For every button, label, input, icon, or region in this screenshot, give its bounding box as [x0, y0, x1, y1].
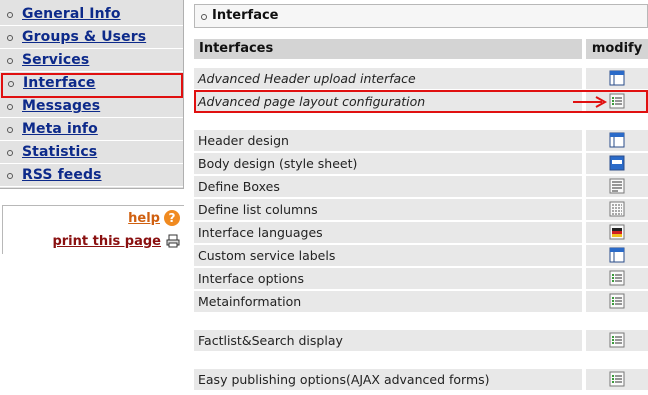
- layout-body-icon[interactable]: [609, 155, 625, 171]
- sidebar-nav: General Info Groups & Users Services Int…: [0, 0, 184, 189]
- modify-button[interactable]: [586, 245, 648, 266]
- boxes-list-icon[interactable]: [609, 178, 625, 194]
- sidebar-item-label[interactable]: Messages: [22, 98, 100, 114]
- sidebar-item-label[interactable]: Services: [22, 52, 89, 68]
- interface-row-name: Interface languages: [194, 222, 582, 243]
- sidebar-item-messages[interactable]: Messages: [0, 96, 183, 118]
- columns-grid-icon[interactable]: [609, 201, 625, 217]
- help-label[interactable]: help: [128, 211, 160, 226]
- page-title-bar: Interface: [194, 4, 648, 28]
- column-header-modify: modify: [586, 39, 648, 59]
- bullet-icon: [201, 14, 207, 20]
- print-link[interactable]: print this page: [52, 232, 180, 250]
- interface-row-name: Advanced Header upload interface: [194, 68, 582, 89]
- bullet-icon: [8, 81, 14, 87]
- main-content: Interface Interfaces modify Advanced Hea…: [194, 0, 648, 395]
- bullet-icon: [7, 58, 13, 64]
- modify-button[interactable]: [586, 222, 648, 243]
- help-icon[interactable]: ?: [164, 210, 180, 226]
- help-link[interactable]: help ?: [128, 209, 180, 227]
- modify-button[interactable]: [586, 153, 648, 174]
- sidebar-item-label[interactable]: Groups & Users: [22, 29, 146, 45]
- sidebar-item-services[interactable]: Services: [0, 50, 183, 72]
- help-box: help ? print this page: [2, 205, 184, 254]
- interface-row-name: Define list columns: [194, 199, 582, 220]
- bullet-icon: [7, 173, 13, 179]
- sidebar-item-general-info[interactable]: General Info: [0, 4, 183, 26]
- interface-row-name: Custom service labels: [194, 245, 582, 266]
- interface-row-name: Advanced page layout configuration: [194, 91, 582, 112]
- sidebar-item-label[interactable]: General Info: [22, 6, 121, 22]
- page-title: Interface: [212, 8, 279, 23]
- list-settings-icon[interactable]: [609, 332, 625, 348]
- list-settings-icon[interactable]: [609, 270, 625, 286]
- print-label[interactable]: print this page: [52, 234, 161, 249]
- interface-row-name: Interface options: [194, 268, 582, 289]
- modify-button[interactable]: [586, 330, 648, 351]
- interface-row-name: Easy publishing options(AJAX advanced fo…: [194, 369, 582, 390]
- interface-row-name: Metainformation: [194, 291, 582, 312]
- bullet-icon: [7, 104, 13, 110]
- printer-icon[interactable]: [166, 234, 180, 248]
- modify-button[interactable]: [586, 268, 648, 289]
- modify-button[interactable]: [586, 91, 648, 112]
- sidebar-item-statistics[interactable]: Statistics: [0, 142, 183, 164]
- interface-row-name: Define Boxes: [194, 176, 582, 197]
- sidebar-item-label[interactable]: RSS feeds: [22, 167, 102, 183]
- sidebar-item-rss-feeds[interactable]: RSS feeds: [0, 165, 183, 187]
- modify-button[interactable]: [586, 199, 648, 220]
- interface-row-name: Body design (style sheet): [194, 153, 582, 174]
- sidebar-item-interface[interactable]: Interface: [1, 73, 183, 98]
- modify-button[interactable]: [586, 130, 648, 151]
- interface-row-name: Header design: [194, 130, 582, 151]
- list-settings-icon[interactable]: [609, 293, 625, 309]
- sidebar-item-label[interactable]: Interface: [23, 75, 96, 91]
- bullet-icon: [7, 35, 13, 41]
- sidebar-item-label[interactable]: Meta info: [22, 121, 98, 137]
- layout-header-icon[interactable]: [609, 247, 625, 263]
- sidebar-item-meta-info[interactable]: Meta info: [0, 119, 183, 141]
- language-flag-icon[interactable]: [609, 224, 625, 240]
- modify-button[interactable]: [586, 176, 648, 197]
- modify-button[interactable]: [586, 291, 648, 312]
- sidebar-item-groups-users[interactable]: Groups & Users: [0, 27, 183, 49]
- sidebar: General Info Groups & Users Services Int…: [0, 0, 185, 395]
- bullet-icon: [7, 12, 13, 18]
- list-settings-icon[interactable]: [609, 371, 625, 387]
- list-settings-icon[interactable]: [609, 93, 625, 109]
- layout-header-icon[interactable]: [609, 132, 625, 148]
- bullet-icon: [7, 150, 13, 156]
- interface-row-name: Factlist&Search display: [194, 330, 582, 351]
- layout-header-icon[interactable]: [609, 70, 625, 86]
- bullet-icon: [7, 127, 13, 133]
- modify-button[interactable]: [586, 68, 648, 89]
- modify-button[interactable]: [586, 369, 648, 390]
- column-header-interfaces: Interfaces: [194, 39, 582, 59]
- sidebar-item-label[interactable]: Statistics: [22, 144, 97, 160]
